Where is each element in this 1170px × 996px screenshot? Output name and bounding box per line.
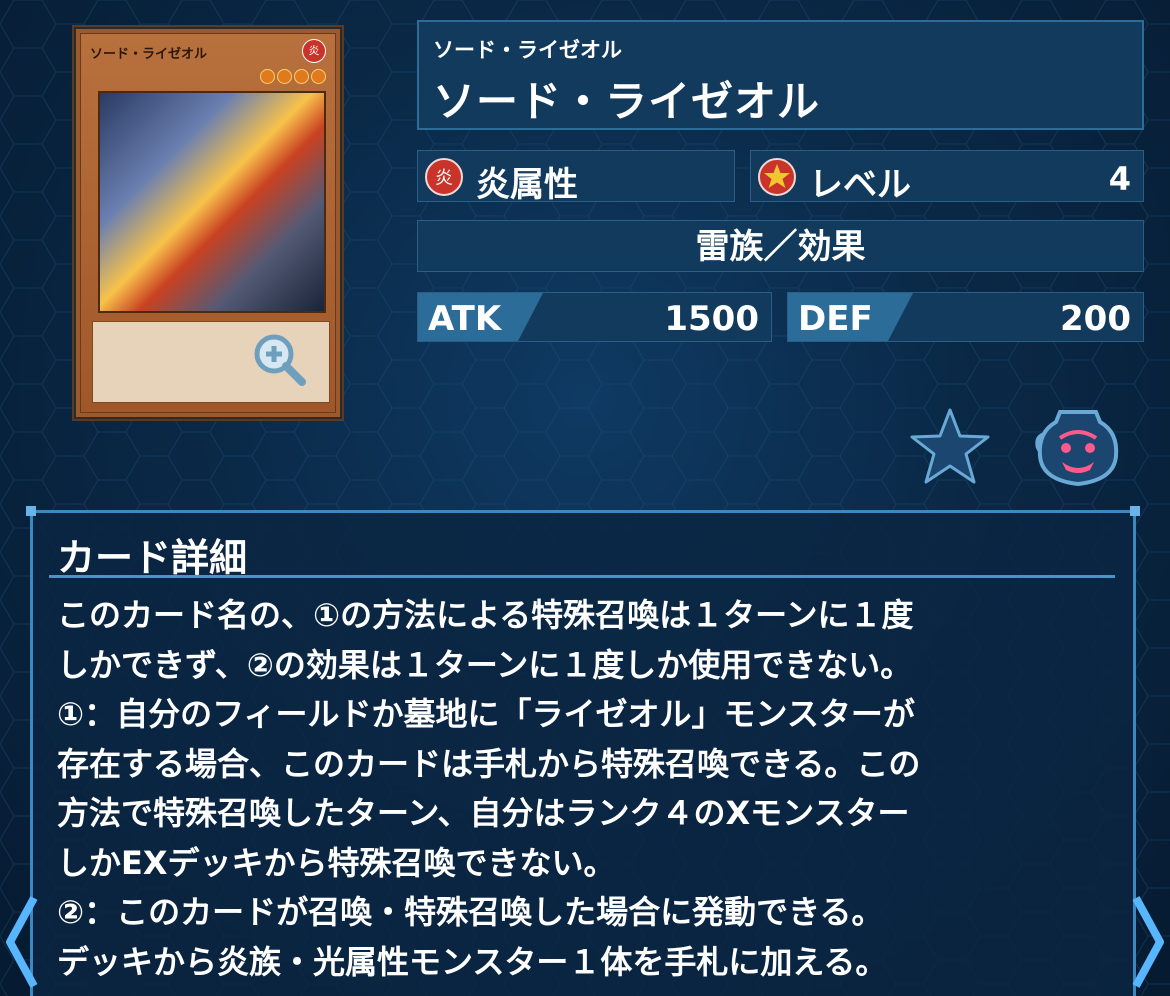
effect-line: ②：このカードが召喚・特殊召喚した場合に発動できる。 [57,893,884,931]
level-value: 4 [1108,160,1131,198]
effect-line: このカード名の、①の方法による特殊召喚は１ターンに１度 [57,596,914,634]
svg-text:炎: 炎 [435,168,453,189]
atk-label: ATK [428,299,502,339]
card-attribute-icon: 炎 [302,39,326,63]
attribute-label: 炎属性 [476,165,578,205]
card-detail-panel[interactable]: カード詳細 このカード名の、①の方法による特殊召喚は１ターンに１度 しかできず、… [30,510,1136,996]
heading-divider [49,575,1115,578]
next-card-arrow-icon[interactable] [1130,892,1170,992]
card-level-stars [258,69,326,88]
level-star-icon [758,158,796,196]
card-name: ソード・ライゼオル [433,77,821,126]
card-name-box: ソード・ライゼオル ソード・ライゼオル [417,20,1144,130]
attribute-box: 炎 炎属性 [417,150,735,205]
effect-line: しかEXデッキから特殊召喚できない。 [57,843,616,882]
level-star-4 [311,69,326,84]
level-star-1 [260,69,275,84]
def-box: DEF 200 [787,292,1144,342]
card-name-ruby: ソード・ライゼオル [433,38,622,62]
effect-line: しかできず、②の効果は１ターンに１度しか使用できない。 [57,645,913,684]
effect-line: 存在する場合、このカードは手札から特殊召喚できる。この [57,744,921,783]
star-icon[interactable] [908,406,992,486]
type-line: 雷族／効果 [417,220,1144,272]
effect-line: デッキから炎族・光属性モンスター１体を手札に加える。 [57,942,888,981]
card-effect-text: このカード名の、①の方法による特殊召喚は１ターンに１度 しかできず、②の効果は１… [57,591,1117,987]
level-star-3 [294,69,309,84]
zoom-in-icon[interactable] [250,330,308,388]
level-star-2 [277,69,292,84]
card-artwork [98,91,326,313]
level-box: レベル 4 [750,150,1144,205]
pot-of-greed-icon[interactable] [1030,404,1126,488]
fire-attribute-icon: 炎 [425,158,463,196]
def-label: DEF [798,299,873,339]
effect-line: 方法で特殊召喚したターン、自分はランク４のXモンスター [57,794,910,832]
def-value: 200 [1060,299,1131,339]
card-detail-heading: カード詳細 [57,536,248,580]
atk-value: 1500 [664,299,759,339]
previous-card-arrow-icon[interactable] [0,892,40,992]
effect-line: ①：自分のフィールドか墓地に「ライゼオル」モンスターが [57,695,915,733]
card-image-name: ソード・ライゼオル [90,47,208,62]
level-label: レベル [809,165,911,205]
panel-corner [1130,506,1140,516]
panel-corner [26,506,36,516]
atk-box: ATK 1500 [417,292,772,342]
